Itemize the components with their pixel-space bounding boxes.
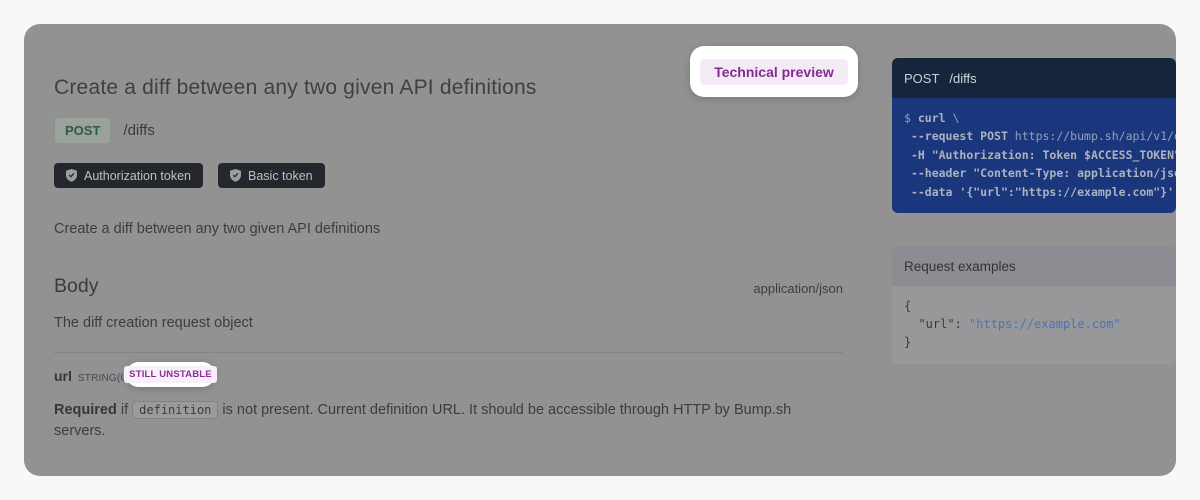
curl-panel-header: POST /diffs bbox=[892, 58, 1176, 98]
curl-code-line: $ curl \ bbox=[904, 109, 1164, 127]
property-doc: Required if definition is not present. C… bbox=[54, 400, 843, 442]
property-doc-required: Required bbox=[54, 402, 117, 418]
endpoint-row: POST /diffs bbox=[54, 117, 155, 144]
method-badge: POST bbox=[54, 117, 111, 144]
endpoint-path: /diffs bbox=[123, 122, 154, 139]
curl-code-line: --header "Content-Type: application/json… bbox=[904, 164, 1164, 182]
still-unstable-spotlight: STILL UNSTABLE bbox=[126, 362, 215, 387]
property-doc-code: definition bbox=[132, 401, 218, 419]
still-unstable-badge: STILL UNSTABLE bbox=[124, 366, 217, 383]
request-examples-panel: Request examples { "url": "https://examp… bbox=[892, 246, 1176, 364]
technical-preview-spotlight: Technical preview bbox=[690, 46, 858, 97]
json-example-line: { bbox=[904, 297, 1164, 315]
shield-check-icon bbox=[230, 169, 241, 182]
json-example-line: } bbox=[904, 333, 1164, 351]
curl-example-panel: POST /diffs $ curl \ --request POST http… bbox=[892, 58, 1176, 213]
curl-code-line: --request POST https://bump.sh/api/v1/di… bbox=[904, 127, 1164, 145]
api-doc-card: Create a diff between any two given API … bbox=[24, 24, 1176, 476]
page-title: Create a diff between any two given API … bbox=[54, 76, 537, 100]
technical-preview-badge[interactable]: Technical preview bbox=[700, 59, 848, 85]
request-examples-header: Request examples bbox=[892, 246, 1176, 286]
curl-code-block: $ curl \ --request POST https://bump.sh/… bbox=[892, 98, 1176, 213]
section-divider bbox=[54, 352, 843, 353]
body-section-subtitle: The diff creation request object bbox=[54, 315, 253, 331]
auth-chip-authorization-token[interactable]: Authorization token bbox=[54, 163, 203, 188]
curl-code-line: --data '{"url":"https://example.com"}' bbox=[904, 183, 1164, 201]
shield-check-icon bbox=[66, 169, 77, 182]
body-section-heading: Body bbox=[54, 275, 98, 298]
auth-badges-row: Authorization token Basic token bbox=[54, 163, 325, 188]
curl-panel-path: /diffs bbox=[949, 71, 976, 86]
auth-chip-basic-token[interactable]: Basic token bbox=[218, 163, 325, 188]
curl-panel-method: POST bbox=[904, 71, 939, 86]
auth-chip-label: Basic token bbox=[248, 169, 313, 183]
endpoint-description: Create a diff between any two given API … bbox=[54, 221, 380, 237]
property-doc-pre: if bbox=[117, 402, 132, 418]
json-example-line: "url": "https://example.com" bbox=[904, 315, 1164, 333]
property-name: url bbox=[54, 368, 72, 384]
auth-chip-label: Authorization token bbox=[84, 169, 191, 183]
curl-code-line: -H "Authorization: Token $ACCESS_TOKEN" … bbox=[904, 146, 1164, 164]
request-examples-json: { "url": "https://example.com"} bbox=[892, 286, 1176, 364]
content-type-label: application/json bbox=[753, 281, 843, 296]
